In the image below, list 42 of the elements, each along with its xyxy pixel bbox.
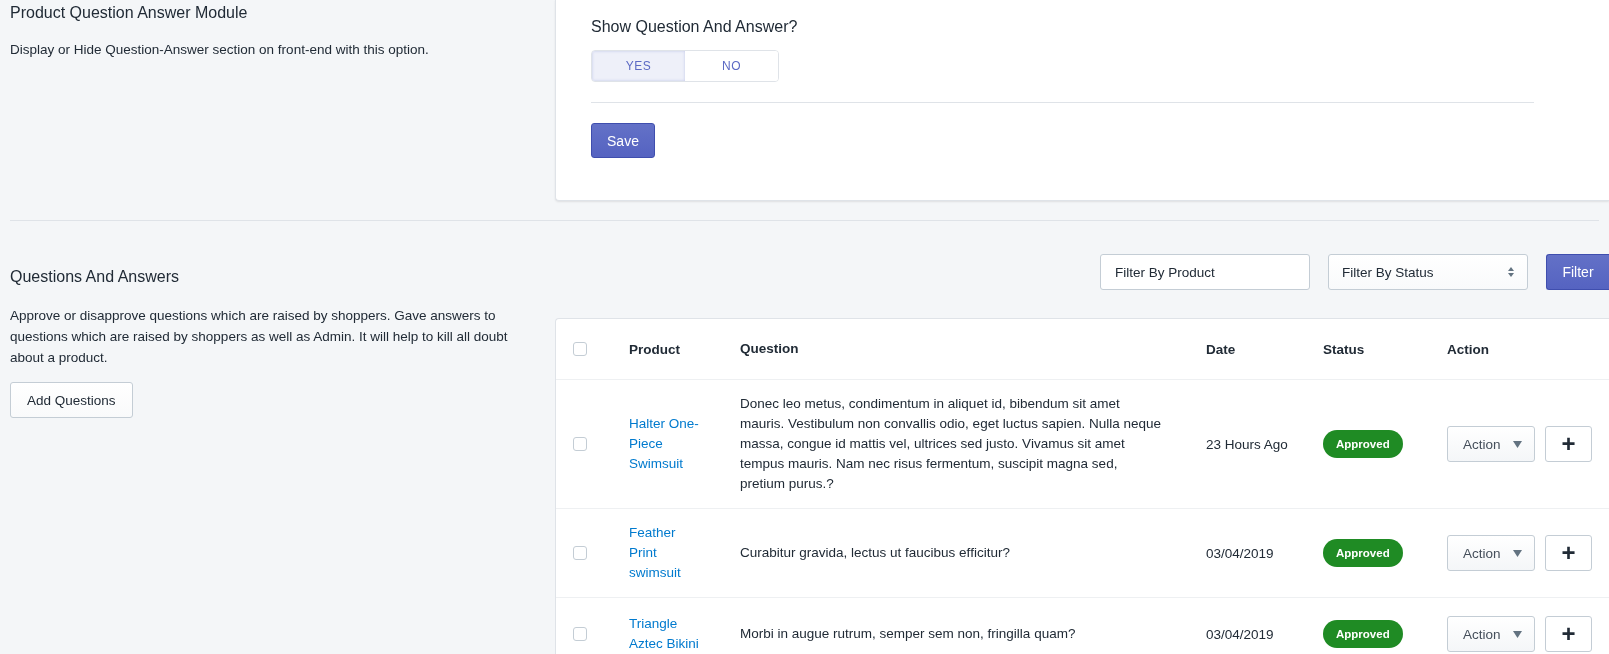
column-header: Date — [1206, 341, 1237, 357]
question-text: Donec leo metus, condimentum in aliquet id, bibendum sit amet mauris. Vestibulum non convallis odio, eget luctus sapien. Nulla neque massa, congue id mattis vel, ultrices sed justo. Vivamus sit amet tempus mauris. Nam nec risus fermentum, suscipit magna sed, pretium purus.? — [740, 396, 1161, 491]
column-header: Product — [629, 341, 681, 357]
column-header: Action — [1447, 341, 1490, 357]
product-link[interactable]: Triangle Aztec Bikini — [629, 614, 705, 654]
product-link[interactable]: Halter One-Piece Swimsuit — [629, 414, 705, 474]
product-link[interactable]: Feather Print swimsuit — [629, 523, 705, 583]
date-text: 03/04/2019 — [1206, 545, 1274, 561]
section-title: Product Question Answer Module — [10, 4, 249, 22]
add-button[interactable]: + — [1545, 426, 1592, 462]
action-dropdown[interactable]: Action — [1447, 535, 1535, 571]
status-badge: Approved — [1323, 620, 1403, 648]
add-questions-button[interactable]: Add Questions — [10, 382, 133, 418]
section-title: Questions And Answers — [10, 268, 180, 286]
question-text: Morbi in augue rutrum, semper sem non, fringilla quam? — [740, 626, 1076, 641]
caret-icon — [1513, 630, 1522, 638]
product-filter-field[interactable]: Filter By Product — [1100, 254, 1310, 290]
row-checkbox[interactable] — [573, 437, 587, 451]
date-text: 23 Hours Ago — [1206, 436, 1288, 452]
filter-button[interactable]: Filter — [1546, 254, 1609, 290]
section-description: Approve or disapprove questions which are raised by shoppers. Gave answers to questions which are raised by shoppers as well as Admin. It will help to kill all doubt about a product. — [10, 307, 509, 367]
setting-label: Show Question And Answer? — [591, 18, 799, 36]
column-header: Status — [1323, 341, 1366, 357]
add-button[interactable]: + — [1545, 535, 1592, 571]
select-all-checkbox[interactable] — [573, 342, 587, 356]
question-text: Curabitur gravida, lectus ut faucibus efficitur? — [740, 545, 1010, 560]
add-button[interactable]: + — [1545, 616, 1592, 652]
status-badge: Approved — [1323, 430, 1403, 458]
status-select[interactable]: Filter By Status — [1328, 254, 1528, 290]
action-dropdown[interactable]: Action — [1447, 616, 1535, 652]
date-text: 03/04/2019 — [1206, 626, 1274, 642]
caret-icon — [1513, 549, 1522, 557]
row-checkbox[interactable] — [573, 627, 587, 641]
section-description: Display or Hide Question-Answer section on front-end with this option. — [10, 41, 430, 59]
status-badge: Approved — [1323, 539, 1403, 567]
caret-icon — [1513, 440, 1522, 448]
save-button[interactable]: Save — [591, 123, 655, 158]
column-header: Question — [740, 340, 800, 358]
row-checkbox[interactable] — [573, 546, 587, 560]
sort-arrows-icon — [1508, 267, 1514, 277]
action-dropdown[interactable]: Action — [1447, 426, 1535, 462]
toggle-option[interactable]: YES — [592, 51, 685, 81]
